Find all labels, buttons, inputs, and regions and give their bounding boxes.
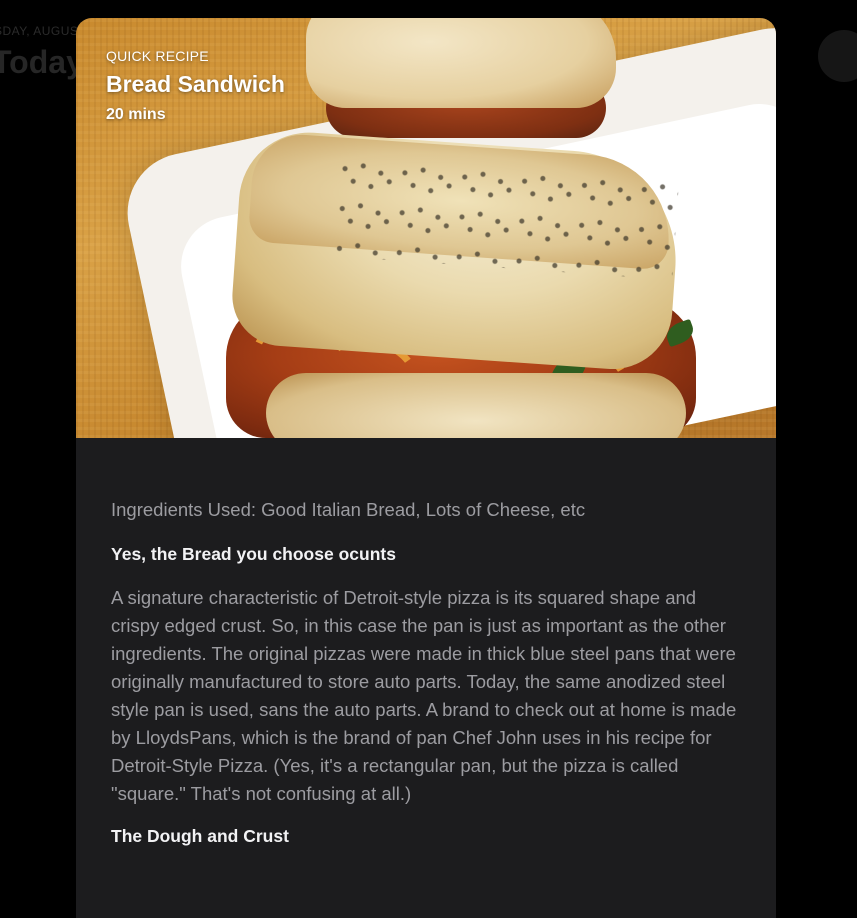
background-heading: Today [0,44,84,80]
hero-text-overlay: QUICK RECIPE Bread Sandwich 20 mins [106,48,285,124]
bottom-bread-shape [266,373,686,438]
ingredients-text: Ingredients Used: Good Italian Bread, Lo… [111,499,586,520]
section-paragraph-bread: A signature characteristic of Detroit-st… [111,587,737,804]
recipe-category-label: QUICK RECIPE [106,48,209,64]
recipe-hero-image: QUICK RECIPE Bread Sandwich 20 mins [76,18,776,438]
recipe-body: Ingredients Used: Good Italian Bread, Lo… [76,438,776,847]
background-avatar [818,30,857,82]
recipe-card[interactable]: QUICK RECIPE Bread Sandwich 20 mins Ingr… [76,18,776,918]
back-sandwich-shape [306,18,616,148]
section-heading-bread: Yes, the Bread you choose ocunts [111,544,396,564]
recipe-duration: 20 mins [106,106,166,123]
recipe-title: Bread Sandwich [106,71,285,97]
section-heading-dough: The Dough and Crust [111,826,289,846]
background-date-label: SDAY, AUGUST [0,24,87,38]
